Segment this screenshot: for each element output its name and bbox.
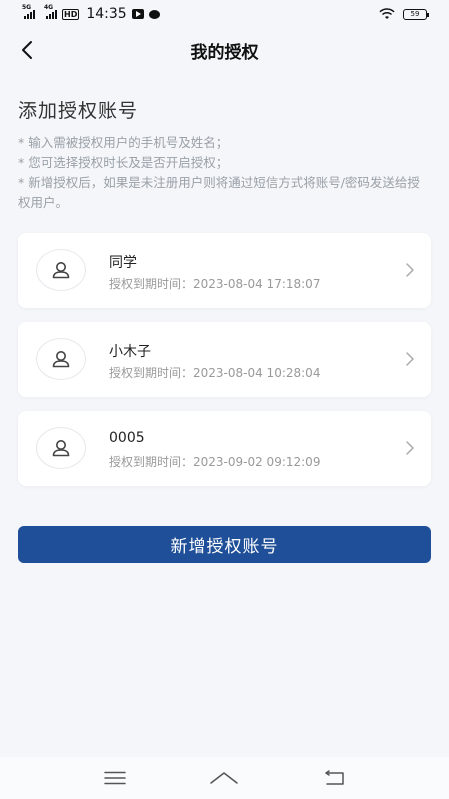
status-bar: 5G 4G HD 14:35 59 <box>0 0 449 28</box>
chevron-right-icon <box>406 352 414 366</box>
account-name: 0005 <box>109 430 145 446</box>
chevron-right-icon <box>406 441 414 455</box>
account-card[interactable]: 同学 授权到期时间：2023-08-04 17:18:07 <box>18 233 431 308</box>
signal-icon-sim2: 4G <box>44 4 57 19</box>
battery-icon: 59 <box>403 8 429 20</box>
menu-button[interactable] <box>95 763 135 793</box>
home-button[interactable] <box>204 763 244 793</box>
account-name: 小木子 <box>109 344 151 360</box>
system-nav-bar <box>0 757 449 799</box>
note-item: * 输入需被授权用户的手机号及姓名； <box>18 135 229 150</box>
menu-icon <box>104 771 126 785</box>
avatar <box>36 249 86 291</box>
system-back-button[interactable] <box>314 763 354 793</box>
note-item: * 新增授权后，如果是未注册用户则将通过短信方式将账号/密码发送给授权用户。 <box>18 175 420 210</box>
hd-badge: HD <box>62 8 80 20</box>
avatar <box>36 427 86 469</box>
account-card[interactable]: 小木子 授权到期时间：2023-08-04 10:28:04 <box>18 322 431 397</box>
note-item: * 您可选择授权时长及是否开启授权； <box>18 155 229 170</box>
sim1-network-label: 5G <box>22 4 32 11</box>
account-expiry: 授权到期时间：2023-09-02 09:12:09 <box>109 455 321 469</box>
instruction-notes: * 输入需被授权用户的手机号及姓名； * 您可选择授权时长及是否开启授权； * … <box>18 133 431 213</box>
nav-bar: 我的授权 <box>0 28 449 72</box>
user-icon <box>52 351 70 368</box>
home-icon <box>210 772 239 784</box>
account-expiry: 授权到期时间：2023-08-04 17:18:07 <box>109 277 321 291</box>
page-title: 我的授权 <box>190 42 259 63</box>
user-icon <box>52 262 70 279</box>
add-account-section: 添加授权账号 * 输入需被授权用户的手机号及姓名； * 您可选择授权时长及是否开… <box>18 96 431 213</box>
account-expiry: 授权到期时间：2023-08-04 10:28:04 <box>109 366 321 380</box>
video-app-icon <box>131 9 144 19</box>
chat-notification-icon <box>148 9 160 19</box>
status-time: 14:35 <box>86 6 127 22</box>
signal-icon-sim1: 5G <box>22 4 35 19</box>
return-icon <box>325 770 344 785</box>
wifi-icon <box>379 8 395 19</box>
sim2-network-label: 4G <box>44 4 54 11</box>
chevron-left-icon <box>22 41 32 59</box>
user-icon <box>52 440 70 457</box>
battery-level: 59 <box>410 10 420 18</box>
back-button[interactable] <box>14 36 42 64</box>
status-right: 59 <box>379 8 429 20</box>
avatar <box>36 338 86 380</box>
status-left: 5G 4G HD 14:35 <box>22 4 160 22</box>
account-name: 同学 <box>109 255 137 271</box>
add-authorization-button[interactable]: 新增授权账号 <box>18 526 431 563</box>
chevron-right-icon <box>406 263 414 277</box>
section-title: 添加授权账号 <box>18 100 139 122</box>
account-card[interactable]: 0005 授权到期时间：2023-09-02 09:12:09 <box>18 411 431 486</box>
